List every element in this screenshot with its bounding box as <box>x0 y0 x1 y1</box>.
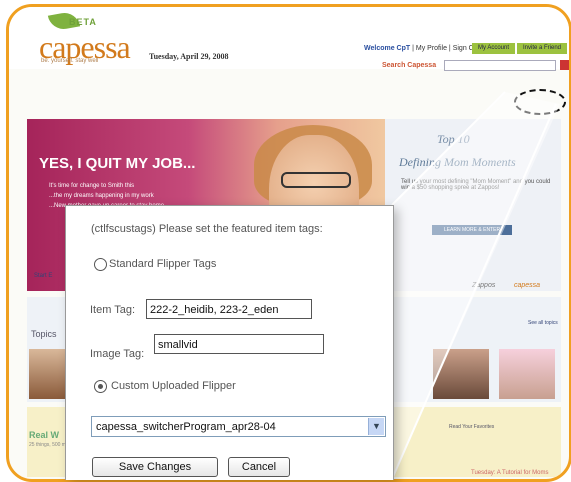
promo-title: Defining Mom Moments <box>399 155 516 169</box>
promo-top: Top 10 <box>437 132 470 146</box>
search-input[interactable] <box>444 60 556 71</box>
search-go-button[interactable] <box>560 60 569 70</box>
current-date: Tuesday, April 29, 2008 <box>149 52 229 61</box>
real-women-heading: Real W <box>29 430 60 440</box>
logo-tagline: be. yourself. stay well <box>41 58 99 64</box>
see-all-topics-link[interactable]: See all topics <box>528 320 558 326</box>
highlight-ellipse <box>514 89 566 115</box>
hero-cta-link[interactable]: Start E <box>34 273 52 279</box>
hero-line[interactable]: ...the my dreams happening in my work <box>49 193 154 199</box>
promo-text: Tell us your most defining "Mom Moment" … <box>401 179 551 191</box>
tutorial-link[interactable]: Tuesday: A Tutorial for Moms <box>471 470 548 476</box>
zappos-logo: Zappos <box>472 282 496 289</box>
flipper-select[interactable]: capessa_switcherProgram_apr28-04 ▼ <box>91 416 386 437</box>
item-tag-input[interactable]: 222-2_heidib, 223-2_eden <box>146 299 312 319</box>
topics-heading: Topics <box>31 329 57 339</box>
image-tag-label: Image Tag: <box>90 348 145 360</box>
featured-tags-dialog: (ctlfscustags) Please set the featured i… <box>65 205 394 480</box>
promo-panel <box>385 119 561 291</box>
promo-enter-button[interactable]: LEARN MORE & ENTER <box>432 225 512 235</box>
invite-friend-button[interactable]: Invite a Friend <box>517 43 568 54</box>
chevron-down-icon[interactable]: ▼ <box>368 418 384 435</box>
image-tag-input[interactable]: smallvid <box>154 334 324 354</box>
welcome-text: Welcome CpT | My Profile | Sign Out | <box>364 45 484 52</box>
beta-label: BETA <box>69 17 97 27</box>
item-tag-label: Item Tag: <box>90 304 136 316</box>
read-favorites-link[interactable]: Read Your Favorites <box>449 424 494 430</box>
save-changes-button[interactable]: Save Changes <box>92 457 218 477</box>
hero-title[interactable]: YES, I QUIT MY JOB... <box>39 155 195 172</box>
standard-tags-label[interactable]: Standard Flipper Tags <box>109 258 216 270</box>
custom-flipper-radio[interactable] <box>94 380 107 393</box>
capessa-small-logo: capessa <box>514 282 541 289</box>
hero-line[interactable]: It's time for change to Smith this <box>49 183 134 189</box>
hero-photo-glasses <box>281 172 351 188</box>
site-header: BETA capessa be. yourself. stay well Tue… <box>9 7 569 71</box>
topic-thumbnail[interactable] <box>499 349 555 399</box>
flipper-select-value: capessa_switcherProgram_apr28-04 <box>96 421 276 433</box>
custom-flipper-label[interactable]: Custom Uploaded Flipper <box>111 380 236 392</box>
my-account-button[interactable]: My Account <box>472 43 516 54</box>
standard-tags-radio[interactable] <box>94 258 107 271</box>
dialog-title: (ctlfscustags) Please set the featured i… <box>91 223 323 235</box>
welcome-user: Welcome CpT <box>364 45 411 52</box>
topic-thumbnail[interactable] <box>433 349 489 399</box>
search-label: Search Capessa <box>382 62 437 69</box>
cancel-button[interactable]: Cancel <box>228 457 290 477</box>
